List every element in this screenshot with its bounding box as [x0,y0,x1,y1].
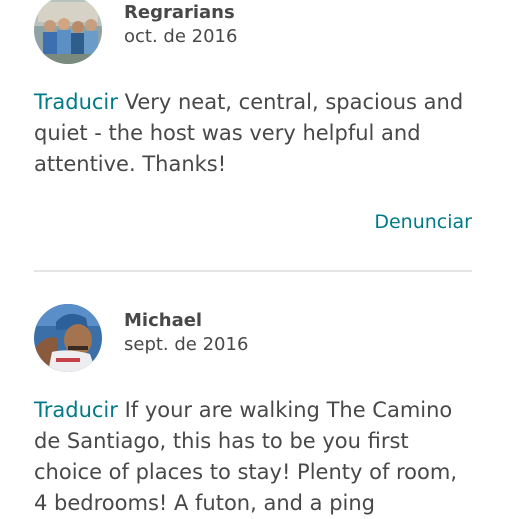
avatar[interactable] [34,0,102,64]
review-text: Traducir If your are walking The Camino … [34,395,472,519]
avatar[interactable] [34,304,102,372]
translate-link[interactable]: Traducir [34,90,118,114]
review-header: Michael sept. de 2016 [34,304,472,372]
report-link[interactable]: Denunciar [374,211,472,233]
review-item: Regrarians oct. de 2016 Traducir Very ne… [34,0,472,234]
review-text: Traducir Very neat, central, spacious an… [34,87,472,180]
review-date: sept. de 2016 [124,334,249,355]
reviewer-name[interactable]: Regrarians [124,2,237,24]
reviewer-name[interactable]: Michael [124,310,248,332]
divider [34,270,472,272]
report-row: Denunciar [34,210,472,234]
review-meta: Regrarians oct. de 2016 [124,0,237,48]
review-meta: Michael sept. de 2016 [124,304,248,356]
review-item: Michael sept. de 2016 Traducir If your a… [34,304,472,519]
review-header: Regrarians oct. de 2016 [34,0,472,64]
translate-link[interactable]: Traducir [34,398,118,422]
review-date: oct. de 2016 [124,26,238,47]
